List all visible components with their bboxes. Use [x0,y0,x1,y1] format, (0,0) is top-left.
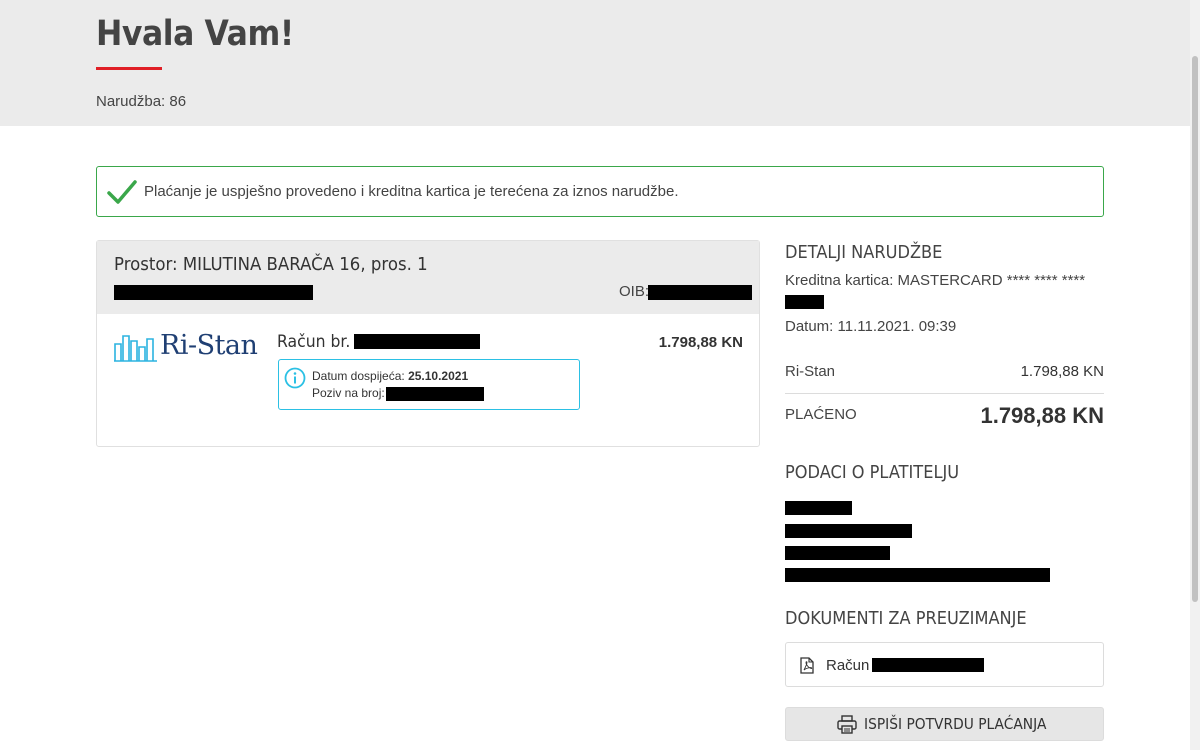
redacted-card-digits [785,295,824,309]
redacted-invoice-number [354,334,480,349]
page-title: Hvala Vam! [96,14,294,54]
due-date-info-box: Datum dospijeća: 25.10.2021 Poziv na bro… [278,359,580,410]
documents-title: DOKUMENTI ZA PREUZIMANJE [785,608,1027,629]
invoice-card-header: Prostor: MILUTINA BARAČA 16, pros. 1 OIB… [97,241,759,314]
redacted-payer-name [785,501,852,515]
order-number: Narudžba: 86 [96,93,187,110]
print-button-label: ISPIŠI POTVRDU PLAĆANJA [864,715,1047,733]
info-icon [284,367,306,389]
redacted-reference-number [386,387,484,401]
printer-icon [837,715,857,734]
invoice-card: Prostor: MILUTINA BARAČA 16, pros. 1 OIB… [96,240,760,447]
due-date-line: Datum dospijeća: 25.10.2021 [312,369,468,383]
due-date-label: Datum dospijeća: [312,369,405,383]
buildings-logo-icon [114,335,157,362]
ri-stan-logo: Ri-Stan [114,330,274,364]
oib-label: OIB: [619,283,650,300]
paid-label: PLAĆENO [785,406,857,423]
redacted-oib [648,285,752,300]
redacted-payer-city [785,546,890,560]
redacted-payer-address [785,524,912,538]
payment-success-alert: Plaćanje je uspješno provedeno i kreditn… [96,166,1104,217]
redacted-address [114,285,313,300]
due-date-value: 25.10.2021 [408,369,469,383]
redacted-document-number [872,658,984,672]
document-label: Račun [826,657,870,674]
logo-text: Ri-Stan [160,330,258,361]
line-item-amount: 1.798,88 KN [1020,363,1104,380]
invoice-document-link[interactable]: Račun [785,642,1104,687]
scrollbar-thumb[interactable] [1192,56,1198,602]
line-item-name: Ri-Stan [785,363,836,380]
totals-divider [785,393,1104,394]
paid-total-amount: 1.798,88 KN [980,403,1104,428]
print-payment-confirmation-button[interactable]: ISPIŠI POTVRDU PLAĆANJA [785,707,1104,741]
alert-message: Plaćanje je uspješno provedeno i kreditn… [144,183,679,200]
location-title: Prostor: MILUTINA BARAČA 16, pros. 1 [114,254,428,275]
payment-date-line: Datum: 11.11.2021. 09:39 [785,318,957,335]
title-underline [96,67,162,70]
invoice-number-label: Račun br. [277,332,351,352]
invoice-amount: 1.798,88 KN [658,334,743,351]
checkmark-icon [107,180,137,204]
pdf-file-icon [800,657,814,674]
card-info-line: Kreditna kartica: MASTERCARD **** **** *… [785,272,1086,289]
order-details-title: DETALJI NARUDŽBE [785,242,943,263]
page-header: Hvala Vam! Narudžba: 86 [0,0,1190,126]
redacted-payer-email [785,568,1050,582]
payer-info-title: PODACI O PLATITELJU [785,462,960,483]
page-scrollbar[interactable] [1190,0,1200,750]
reference-label: Poziv na broj: [312,386,385,400]
